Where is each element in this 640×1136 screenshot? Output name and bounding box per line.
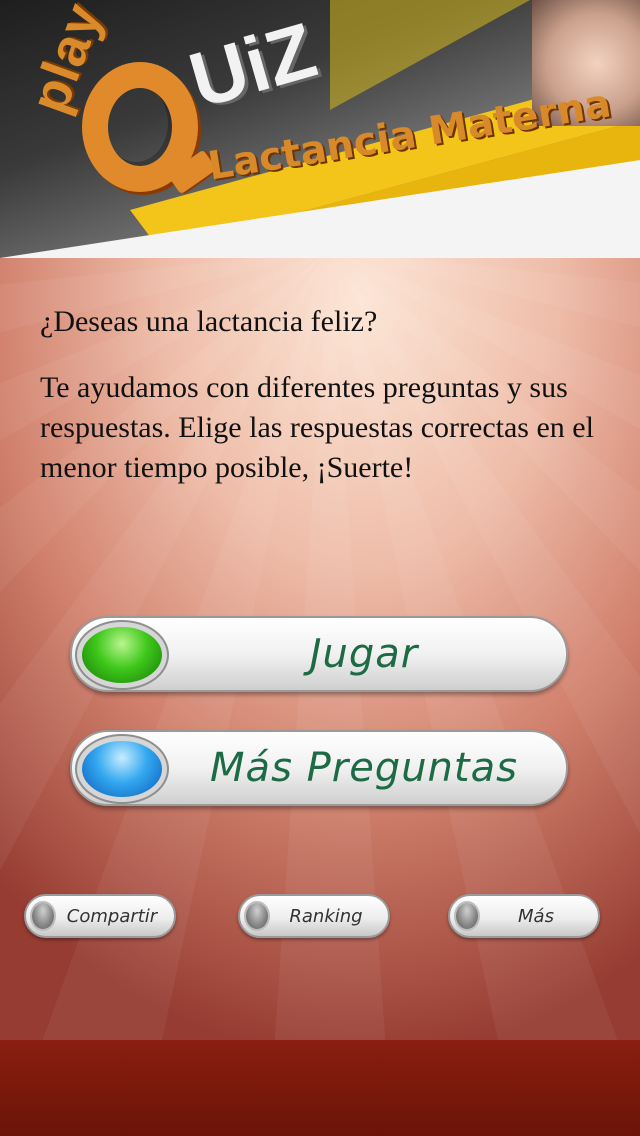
share-button-label: Compartir: [66, 905, 158, 927]
more-button-label: Más: [518, 905, 554, 927]
gray-orb-icon: [246, 903, 268, 929]
ranking-button[interactable]: Ranking: [238, 894, 390, 938]
blue-orb-icon: [82, 741, 162, 797]
app-header: play UiZ Lactancia Materna: [0, 0, 640, 258]
play-button[interactable]: Jugar: [70, 616, 568, 692]
more-button[interactable]: Más: [448, 894, 600, 938]
play-button-label: Jugar: [309, 631, 419, 677]
ranking-button-label: Ranking: [289, 905, 363, 927]
share-button[interactable]: Compartir: [24, 894, 176, 938]
gray-orb-icon: [456, 903, 478, 929]
intro-question: ¿Deseas una lactancia feliz?: [40, 305, 378, 338]
green-orb-icon: [82, 627, 162, 683]
more-questions-button-label: Más Preguntas: [210, 745, 518, 791]
more-questions-button[interactable]: Más Preguntas: [70, 730, 568, 806]
intro-description: Te ayudamos con diferentes preguntas y s…: [40, 371, 594, 484]
footer-bar: [0, 1040, 640, 1136]
gray-orb-icon: [32, 903, 54, 929]
